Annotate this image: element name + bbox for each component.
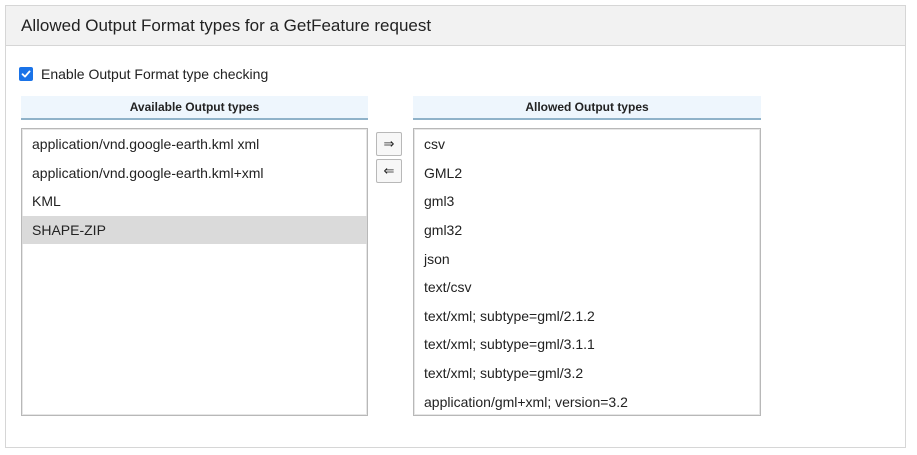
enable-checking-checkbox[interactable] bbox=[19, 67, 33, 81]
enable-checking-label: Enable Output Format type checking bbox=[41, 66, 269, 82]
allowed-types-header: Allowed Output types bbox=[413, 96, 761, 120]
list-item[interactable]: json bbox=[414, 244, 760, 273]
list-item[interactable]: text/xml; subtype=gml/2.1.2 bbox=[414, 302, 760, 331]
list-item[interactable]: application/gml+xml; version=3.2 bbox=[414, 387, 760, 415]
list-item[interactable]: GML2 bbox=[414, 159, 760, 188]
panel-title: Allowed Output Format types for a GetFea… bbox=[6, 6, 905, 46]
checkmark-icon bbox=[21, 70, 31, 78]
add-to-allowed-button[interactable]: ⇒ bbox=[376, 132, 402, 156]
list-item[interactable]: application/vnd.google-earth.kml xml bbox=[22, 130, 367, 159]
available-types-header: Available Output types bbox=[21, 96, 368, 120]
list-item[interactable]: gml32 bbox=[414, 216, 760, 245]
list-item[interactable]: text/csv bbox=[414, 273, 760, 302]
available-types-list[interactable]: application/vnd.google-earth.kml xml appl… bbox=[21, 128, 368, 416]
list-item[interactable]: csv bbox=[414, 130, 760, 159]
list-item[interactable]: text/xml; subtype=gml/3.1.1 bbox=[414, 330, 760, 359]
list-item[interactable]: text/xml; subtype=gml/3.2 bbox=[414, 359, 760, 388]
list-item[interactable]: KML bbox=[22, 187, 367, 216]
list-item[interactable]: SHAPE-ZIP bbox=[22, 215, 367, 245]
list-item[interactable]: application/vnd.google-earth.kml+xml bbox=[22, 159, 367, 188]
enable-checking-row[interactable]: Enable Output Format type checking bbox=[19, 66, 268, 82]
list-item[interactable]: gml3 bbox=[414, 187, 760, 216]
allowed-types-list[interactable]: csv GML2 gml3 gml32 json text/csv text/xml; su… bbox=[413, 128, 761, 416]
remove-from-allowed-button[interactable]: ⇐ bbox=[376, 159, 402, 183]
